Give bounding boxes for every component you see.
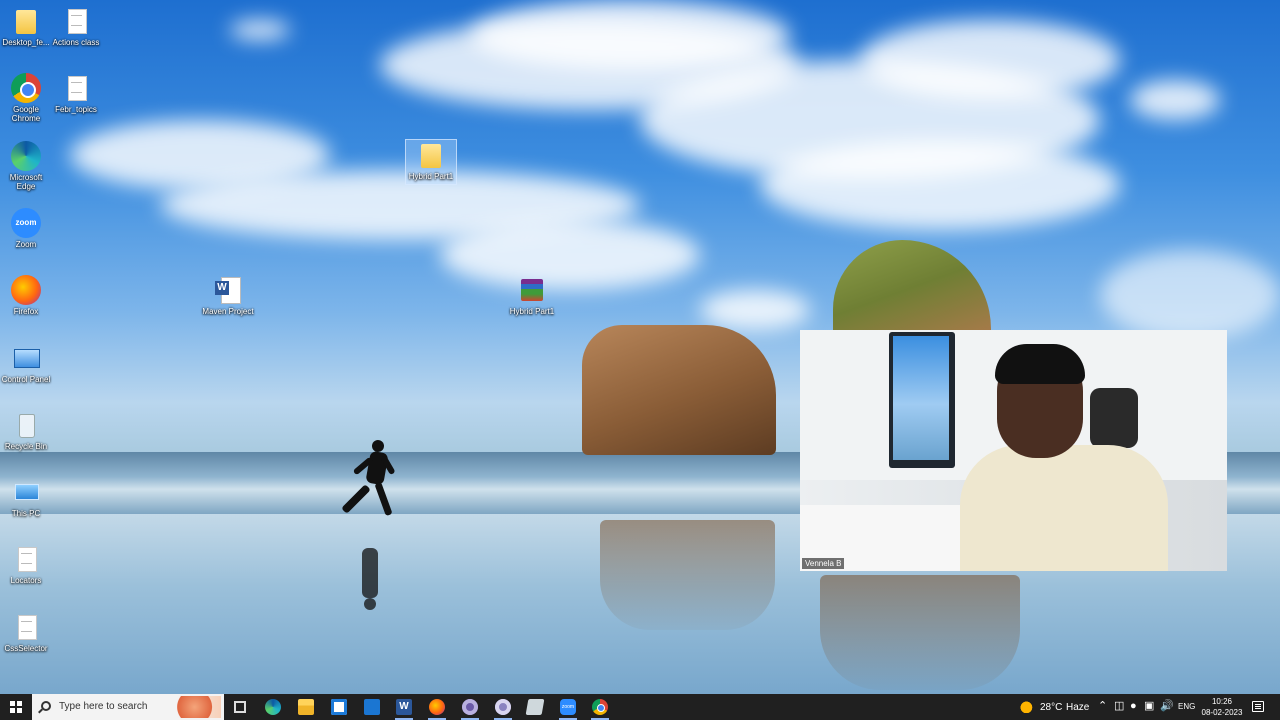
desktop-icon-desktop-folder[interactable]: Desktop_fe... [0, 6, 52, 47]
mail-icon [364, 699, 380, 715]
volume-icon[interactable]: 🔊 [1160, 701, 1174, 712]
clock-time: 10:26 [1211, 697, 1233, 706]
document-icon [11, 544, 41, 574]
word-icon: W [396, 699, 412, 715]
taskbar-mail[interactable] [356, 694, 388, 720]
taskbar-notepad[interactable] [519, 694, 551, 720]
desktop-icon-locators[interactable]: Locators [0, 544, 52, 585]
desktop-icon-febr-topics[interactable]: Febr_topics [50, 73, 102, 114]
taskbar-task-view[interactable] [224, 694, 256, 720]
edge-icon [11, 141, 41, 171]
taskbar-file-explorer[interactable] [290, 694, 322, 720]
weather-icon[interactable] [1020, 699, 1036, 713]
desktop-icon-cssselector[interactable]: CssSelector [0, 612, 52, 653]
language-indicator[interactable]: ENG [1178, 702, 1195, 720]
taskbar-store[interactable] [323, 694, 355, 720]
edge-icon [265, 699, 281, 715]
taskbar-chrome[interactable] [584, 694, 616, 720]
control-panel-icon [11, 343, 41, 373]
desktop-icon-maven-project[interactable]: Maven Project [202, 275, 254, 316]
taskbar-word[interactable]: W [388, 694, 420, 720]
participant-body [960, 445, 1168, 571]
video-call-tile[interactable]: Vennela B [800, 330, 1227, 571]
taskbar-firefox[interactable] [421, 694, 453, 720]
chrome-icon [592, 699, 608, 715]
folder-icon [11, 6, 41, 36]
desktop-icon-control-panel[interactable]: Control Panel [0, 343, 52, 384]
firefox-icon [11, 275, 41, 305]
taskbar-zoom[interactable]: zoom [552, 694, 584, 720]
desktop-icon-microsoft-edge[interactable]: Microsoft Edge [0, 141, 52, 191]
app-icon [462, 699, 478, 715]
taskbar-edge[interactable] [257, 694, 289, 720]
chrome-icon [11, 73, 41, 103]
task-view-icon [234, 701, 246, 713]
microphone-icon[interactable]: ● [1130, 701, 1137, 712]
taskbar: Type here to search W zoom 28°C Haze ⌃ ◫… [0, 694, 1280, 720]
desktop-icon-google-chrome[interactable]: Google Chrome [0, 73, 52, 123]
recycle-bin-icon [11, 410, 41, 440]
office-chair [1090, 388, 1138, 448]
desktop-icon-hybrid-part1-folder[interactable]: Hybrid Part1 [405, 139, 457, 185]
start-button[interactable] [0, 694, 32, 720]
taskbar-app-2[interactable] [487, 694, 519, 720]
desktop-icon-firefox[interactable]: Firefox [0, 275, 52, 316]
winrar-archive-icon [517, 275, 547, 305]
meet-now-icon[interactable]: ◫ [1114, 701, 1124, 712]
document-icon [11, 612, 41, 642]
folder-icon [416, 140, 446, 170]
weather-temperature[interactable]: 28°C [1040, 702, 1062, 720]
zoom-icon: zoom [560, 699, 576, 715]
search-placeholder: Type here to search [59, 701, 148, 712]
zoom-icon: zoom [11, 208, 41, 238]
app-icon [495, 699, 511, 715]
firefox-icon [429, 699, 445, 715]
search-highlight-art [177, 696, 221, 718]
word-document-icon [213, 275, 243, 305]
taskbar-search-box[interactable]: Type here to search [32, 694, 224, 720]
weather-description[interactable]: Haze [1066, 702, 1089, 720]
taskbar-app-1[interactable] [454, 694, 486, 720]
windows-logo-icon [10, 701, 22, 713]
desktop-icon-hybrid-part1-archive[interactable]: Hybrid Part1 [506, 275, 558, 316]
document-icon [61, 6, 91, 36]
system-clock[interactable]: 10:26 08-02-2023 [1200, 696, 1244, 718]
notification-center-icon[interactable] [1252, 701, 1264, 712]
this-pc-icon [11, 477, 41, 507]
chevron-up-icon[interactable]: ⌃ [1098, 701, 1107, 712]
participant-name-label: Vennela B [802, 558, 845, 569]
file-explorer-icon [298, 699, 314, 715]
search-icon [41, 701, 51, 711]
sea-stack-rock [582, 325, 776, 455]
store-icon [331, 699, 347, 715]
desktop-icon-recycle-bin[interactable]: Recycle Bin [0, 410, 52, 451]
desktop-icon-zoom[interactable]: zoom Zoom [0, 208, 52, 249]
desktop-icon-this-pc[interactable]: This PC [0, 477, 52, 518]
notepad-icon [525, 699, 545, 715]
desktop-icon-actions-class[interactable]: Actions class [50, 6, 102, 47]
clock-date: 08-02-2023 [1201, 708, 1243, 717]
document-icon [61, 73, 91, 103]
network-icon[interactable]: ▣ [1144, 701, 1154, 712]
rock-formation [833, 240, 991, 335]
